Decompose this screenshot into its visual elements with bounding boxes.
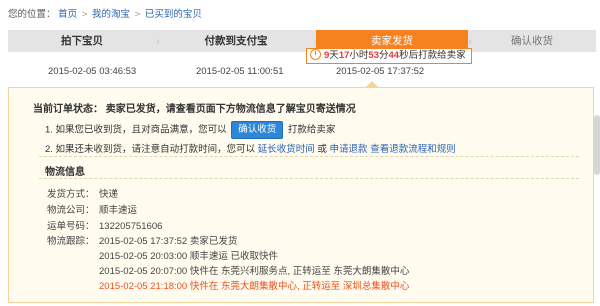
logistics-company-row: 物流公司： 顺丰速运 — [47, 202, 137, 216]
countdown-days-unit: 天 — [329, 50, 339, 61]
trace-entry: 2015-02-05 20:07:00 快件在 东莞兴利服务点, 正转运至 东莞… — [99, 266, 410, 277]
instruction-2-or: 或 — [317, 144, 327, 155]
instruction-1-text: 1. 如果您已收到货，且对商品满意，您可以 — [45, 124, 227, 136]
step-confirm-receipt: 确认收货 — [511, 35, 553, 47]
trace-entry: 2015-02-05 17:37:52 卖家已发货 — [99, 236, 238, 247]
order-progress-bar: 拍下宝贝 › 付款到支付宝 › 卖家发货 › 确认收货 — [8, 30, 596, 52]
breadcrumb: 您的位置： 首页 > 我的淘宝 > 已买到的宝贝 — [8, 6, 202, 20]
clock-icon — [310, 49, 321, 60]
countdown-seconds: 44 — [388, 50, 400, 61]
tracking-number-row: 运单号码： 132205751606 — [47, 218, 162, 232]
instruction-line-1: 1. 如果您已收到货，且对商品满意，您可以 确认收货 打款给卖家 — [45, 121, 335, 139]
divider — [39, 178, 579, 179]
order-status-panel: 当前订单状态： 卖家已发货，请查看页面下方物流信息了解宝贝寄送情况 1. 如果您… — [8, 87, 594, 303]
tracking-trace-row: 物流跟踪： — [47, 233, 99, 247]
breadcrumb-prefix: 您的位置： — [8, 9, 56, 20]
trace-entry: 2015-02-05 20:03:00 顺丰速运 已收取快件 — [99, 251, 278, 262]
logistics-title: 物流信息 — [45, 167, 85, 178]
confirm-receipt-button[interactable]: 确认收货 — [231, 121, 284, 139]
shipping-method-row: 发货方式： 快递 — [47, 186, 118, 200]
countdown-minutes: 53 — [368, 50, 379, 61]
breadcrumb-my-taobao[interactable]: 我的淘宝 — [92, 9, 130, 20]
countdown-minutes-unit: 分 — [378, 50, 389, 61]
shipping-method-value: 快递 — [99, 189, 119, 200]
shipping-method-label: 发货方式： — [47, 189, 95, 200]
refund-process-link[interactable]: 查看退款流程和规则 — [370, 144, 456, 155]
breadcrumb-separator: > — [81, 9, 88, 20]
tracking-number-value: 132205751606 — [99, 221, 163, 232]
breadcrumb-home[interactable]: 首页 — [58, 9, 77, 20]
countdown-hours-unit: 小时 — [349, 50, 369, 61]
breadcrumb-purchased[interactable]: 已买到的宝贝 — [145, 9, 202, 20]
trace-entry-latest: 2015-02-05 21:18:00 快件在 东莞大朗集散中心, 正转运至 深… — [99, 281, 410, 292]
tracking-trace-label: 物流跟踪： — [47, 236, 95, 247]
divider — [39, 156, 579, 157]
instruction-line-2: 2. 如果还未收到货，请注意自动打款时间，您可以 延长收货时间 或 申请退款 查… — [45, 141, 456, 155]
step-place-order: 拍下宝贝 — [61, 35, 103, 47]
scrollbar[interactable] — [594, 115, 600, 175]
breadcrumb-separator: > — [134, 9, 141, 20]
auto-payment-countdown: 9天17小时53分44秒后打款给卖家 — [306, 48, 472, 64]
extend-receipt-time-link[interactable]: 延长收货时间 — [258, 144, 315, 155]
countdown-seconds-unit: 秒后打款给卖家 — [399, 50, 466, 61]
step-time-place-order: 2015-02-05 03:46:53 — [48, 66, 137, 77]
logistics-company-value: 顺丰速运 — [99, 205, 138, 216]
tracking-number-label: 运单号码： — [47, 221, 95, 232]
countdown-hours: 17 — [338, 50, 350, 61]
apply-refund-link[interactable]: 申请退款 — [330, 144, 368, 155]
step-time-shipped: 2015-02-05 17:37:52 — [336, 66, 425, 77]
step-time-payment: 2015-02-05 11:00:51 — [196, 66, 284, 77]
instruction-2-text: 2. 如果还未收到货，请注意自动打款时间，您可以 — [45, 144, 256, 155]
logistics-company-label: 物流公司： — [47, 205, 95, 216]
order-status-text: 当前订单状态： 卖家已发货，请查看页面下方物流信息了解宝贝寄送情况 — [33, 104, 356, 115]
step-pay-alipay: 付款到支付宝 — [204, 35, 268, 47]
instruction-1-after: 打款给卖家 — [287, 124, 336, 136]
